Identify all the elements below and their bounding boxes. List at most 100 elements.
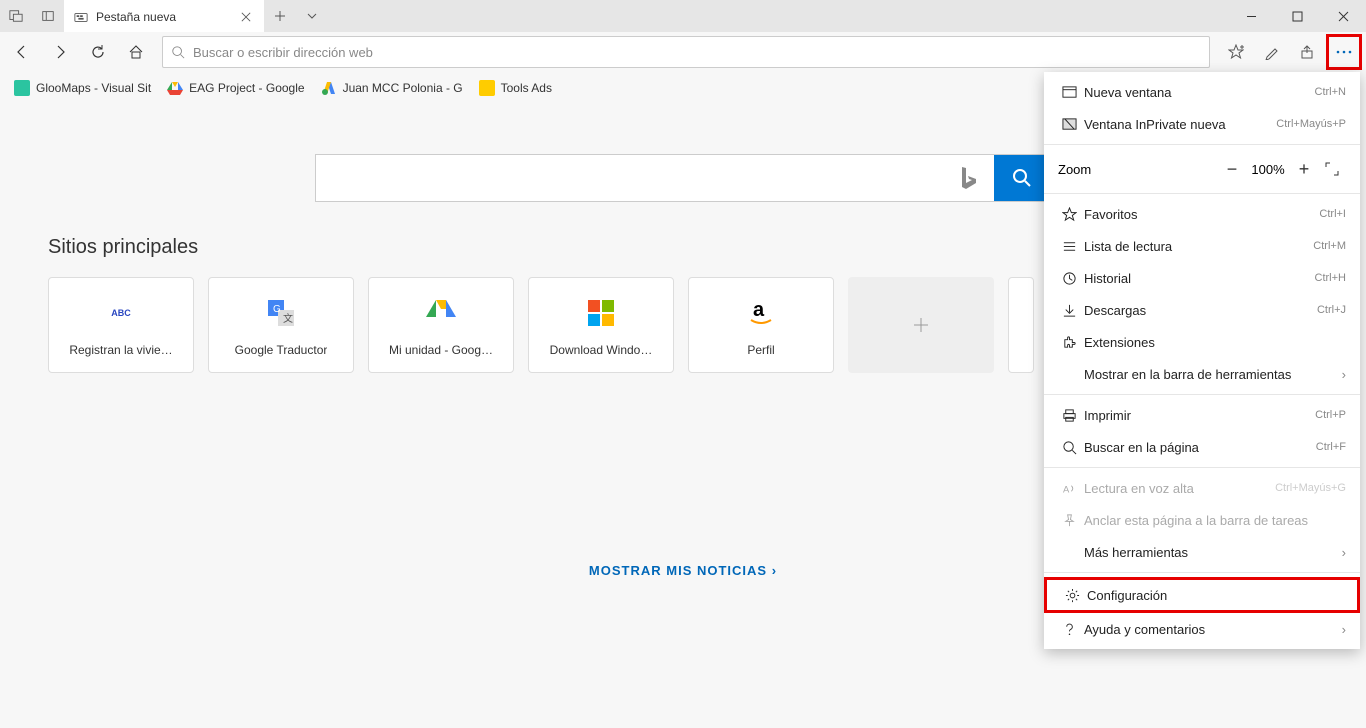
tab-close-button[interactable] (236, 7, 256, 27)
menu-show-in-toolbar[interactable]: Mostrar en la barra de herramientas› (1044, 358, 1360, 390)
close-window-button[interactable] (1320, 0, 1366, 32)
menu-print[interactable]: ImprimirCtrl+P (1044, 399, 1360, 431)
menu-favorites[interactable]: FavoritosCtrl+I (1044, 198, 1360, 230)
ads-icon (321, 80, 337, 96)
maximize-button[interactable] (1274, 0, 1320, 32)
tab-active[interactable]: Pestaña nueva (64, 0, 264, 32)
drive-icon (426, 293, 456, 333)
svg-text:G: G (273, 304, 281, 315)
bookmark-label: Tools Ads (501, 81, 552, 95)
top-site-tile[interactable]: Mi unidad - Goog… (368, 277, 514, 373)
menu-extensions[interactable]: Extensiones (1044, 326, 1360, 358)
more-button[interactable] (1329, 37, 1359, 67)
tile-label: Google Traductor (235, 343, 328, 357)
menu-find[interactable]: Buscar en la páginaCtrl+F (1044, 431, 1360, 463)
bookmark-item[interactable]: Tools Ads (473, 76, 558, 100)
drive-icon (167, 80, 183, 96)
toolbar: Buscar o escribir dirección web (0, 32, 1366, 72)
refresh-button[interactable] (80, 34, 116, 70)
pin-icon (1058, 513, 1080, 528)
bookmark-label: GlooMaps - Visual Sit (36, 81, 151, 95)
zoom-out-button[interactable]: − (1218, 155, 1246, 183)
new-tab-button[interactable] (264, 0, 296, 32)
address-bar[interactable]: Buscar o escribir dirección web (162, 36, 1210, 68)
search-icon (171, 45, 185, 59)
home-button[interactable] (118, 34, 154, 70)
bookmark-item[interactable]: Juan MCC Polonia - G (315, 76, 469, 100)
chevron-right-icon: › (1342, 367, 1346, 382)
menu-pin-taskbar: Anclar esta página a la barra de tareas (1044, 504, 1360, 536)
menu-zoom: Zoom − 100% + (1044, 149, 1360, 189)
window-controls (1228, 0, 1366, 32)
minimize-button[interactable] (1228, 0, 1274, 32)
bookmark-label: EAG Project - Google (189, 81, 304, 95)
forward-button[interactable] (42, 34, 78, 70)
tab-dropdown-button[interactable] (296, 0, 328, 32)
search-icon (1058, 440, 1080, 455)
audio-icon: A (1058, 481, 1080, 496)
menu-read-aloud: ALectura en voz altaCtrl+Mayús+G (1044, 472, 1360, 504)
window-icon (1058, 85, 1080, 100)
titlebar: Pestaña nueva (0, 0, 1366, 32)
bookmark-label: Juan MCC Polonia - G (343, 81, 463, 95)
favorite-star-button[interactable] (1218, 34, 1254, 70)
more-button-highlight (1326, 34, 1362, 70)
top-site-tile[interactable]: ABC Registran la vivie… (48, 277, 194, 373)
plus-icon (912, 316, 930, 334)
bing-searchbox (315, 154, 1051, 202)
share-button[interactable] (1290, 34, 1326, 70)
menu-help[interactable]: Ayuda y comentarios› (1044, 613, 1360, 645)
bing-search-input[interactable] (316, 155, 942, 201)
menu-new-window[interactable]: Nueva ventanaCtrl+N (1044, 76, 1360, 108)
menu-separator (1044, 467, 1360, 468)
chevron-right-icon: › (1342, 622, 1346, 637)
translate-icon: G文 (266, 293, 296, 333)
tile-label: Registran la vivie… (69, 343, 172, 357)
puzzle-icon (1058, 335, 1080, 350)
menu-inprivate[interactable]: Ventana InPrivate nuevaCtrl+Mayús+P (1044, 108, 1360, 140)
chevron-right-icon: › (772, 563, 777, 578)
top-site-tile[interactable]: G文 Google Traductor (208, 277, 354, 373)
notes-button[interactable] (1254, 34, 1290, 70)
menu-separator (1044, 144, 1360, 145)
svg-text:文: 文 (283, 312, 293, 325)
more-menu: Nueva ventanaCtrl+N Ventana InPrivate nu… (1044, 72, 1360, 649)
bookmark-item[interactable]: GlooMaps - Visual Sit (8, 76, 157, 100)
set-aside-tabs-button[interactable] (0, 0, 32, 32)
list-icon (1058, 239, 1080, 254)
tile-label: Download Windo… (550, 343, 653, 357)
menu-downloads[interactable]: DescargasCtrl+J (1044, 294, 1360, 326)
help-icon (1058, 622, 1080, 637)
download-icon (1058, 303, 1080, 318)
svg-text:A: A (1062, 484, 1069, 494)
zoom-in-button[interactable]: + (1290, 155, 1318, 183)
tile-label: Perfil (747, 343, 774, 357)
gear-icon (1061, 588, 1083, 603)
bookmark-item[interactable]: EAG Project - Google (161, 76, 310, 100)
tile-icon: ABC (111, 293, 131, 333)
back-button[interactable] (4, 34, 40, 70)
chevron-right-icon: › (1342, 545, 1346, 560)
top-site-tile[interactable]: a Perfil (688, 277, 834, 373)
menu-separator (1044, 394, 1360, 395)
add-site-tile[interactable] (848, 277, 994, 373)
menu-reading-list[interactable]: Lista de lecturaCtrl+M (1044, 230, 1360, 262)
star-icon (1058, 207, 1080, 222)
menu-separator (1044, 193, 1360, 194)
top-site-tile[interactable]: Download Windo… (528, 277, 674, 373)
zoom-value: 100% (1246, 162, 1290, 177)
address-placeholder: Buscar o escribir dirección web (193, 45, 373, 60)
fullscreen-button[interactable] (1318, 155, 1346, 183)
top-site-tile-partial[interactable] (1008, 277, 1034, 373)
svg-text:a: a (753, 299, 765, 321)
menu-settings[interactable]: Configuración (1044, 577, 1360, 613)
menu-history[interactable]: HistorialCtrl+H (1044, 262, 1360, 294)
menu-separator (1044, 572, 1360, 573)
search-submit-button[interactable] (994, 155, 1050, 201)
show-aside-tabs-button[interactable] (32, 0, 64, 32)
bookmark-icon (14, 80, 30, 96)
menu-more-tools[interactable]: Más herramientas› (1044, 536, 1360, 568)
print-icon (1058, 408, 1080, 423)
history-icon (1058, 271, 1080, 286)
bing-logo-icon (942, 155, 994, 201)
